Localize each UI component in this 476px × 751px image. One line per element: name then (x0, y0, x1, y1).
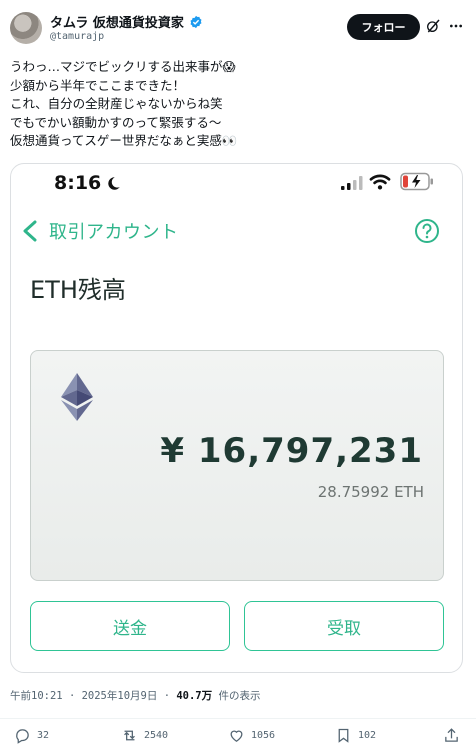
bookmark-count: 102 (358, 730, 377, 741)
view-suffix: 件の表示 (218, 690, 261, 702)
bookmark-button[interactable]: 102 (335, 727, 376, 744)
author-handle[interactable]: @tamurajp (50, 31, 104, 42)
help-icon[interactable] (414, 218, 440, 244)
phone-status-time: 8:16 (54, 172, 121, 194)
more-icon[interactable] (448, 18, 464, 34)
signal-icon (341, 176, 363, 190)
tweet-time[interactable]: 午前10:21 (10, 690, 63, 702)
tweet-action-bar: 32 2540 1056 102 (0, 718, 476, 748)
chevron-left-icon (23, 220, 37, 242)
view-count: 40.7万 (176, 690, 213, 702)
share-button[interactable] (443, 727, 460, 744)
tweet-text: うわっ…マジでビックリする出来事が😱 少額から半年でここまできた！ これ、自分の… (10, 58, 450, 151)
reply-button[interactable]: 32 (14, 727, 49, 744)
eth-balance: 28.75992 ETH (317, 483, 424, 501)
balance-card: ¥ 16,797,231 28.75992 ETH (30, 350, 444, 581)
reply-count: 32 (37, 730, 50, 741)
meta-separator: · (68, 690, 82, 702)
like-count: 1056 (251, 730, 276, 741)
status-time-text: 8:16 (54, 172, 102, 194)
repost-button[interactable]: 2540 (121, 727, 168, 744)
tweet-line: 少額から半年でここまできた！ (10, 77, 186, 93)
tweet-line: 仮想通貨ってスゲー世界だなぁと実感👀 (10, 133, 238, 148)
tweet-line: でもでかい額動かすのって緊張する～ (10, 114, 222, 130)
wifi-icon (369, 174, 391, 190)
avatar[interactable] (10, 12, 42, 44)
bookmark-icon (338, 728, 349, 743)
share-icon (445, 728, 458, 742)
like-icon (230, 730, 243, 742)
meta-separator: · (163, 690, 177, 702)
page-title: ETH残高 (30, 276, 126, 304)
jpy-balance: ¥ 16,797,231 (160, 431, 423, 471)
back-label: 取引アカウント (49, 222, 179, 243)
tweet-meta: 午前10:21 · 2025年10月9日 · 40.7万 件の表示 (10, 688, 260, 703)
author-row: タムラ 仮想通貨投資家 (50, 12, 203, 31)
tweet-media-image[interactable]: 8:16 取引アカウント ETH残高 ¥ 16,797,231 28.75992… (10, 163, 463, 673)
tweet-line: うわっ…マジでビックリする出来事が😱 (10, 59, 236, 74)
repost-icon (124, 730, 135, 741)
verified-badge-icon (190, 15, 202, 28)
repost-count: 2540 (144, 730, 169, 741)
reply-icon (16, 729, 29, 744)
receive-button[interactable]: 受取 (244, 601, 444, 651)
author-name[interactable]: タムラ 仮想通貨投資家 (50, 12, 184, 31)
send-button[interactable]: 送金 (30, 601, 230, 651)
like-button[interactable]: 1056 (228, 727, 275, 744)
grok-icon[interactable] (425, 18, 441, 34)
tweet-date[interactable]: 2025年10月9日 (82, 690, 158, 702)
moon-icon (108, 176, 121, 190)
back-button[interactable]: 取引アカウント (21, 218, 179, 244)
ethereum-logo-icon (61, 373, 93, 421)
battery-charging-icon (400, 172, 433, 191)
tweet-line: これ、自分の全財産じゃないからね笑 (10, 96, 223, 111)
follow-button[interactable]: フォロー (347, 14, 420, 40)
